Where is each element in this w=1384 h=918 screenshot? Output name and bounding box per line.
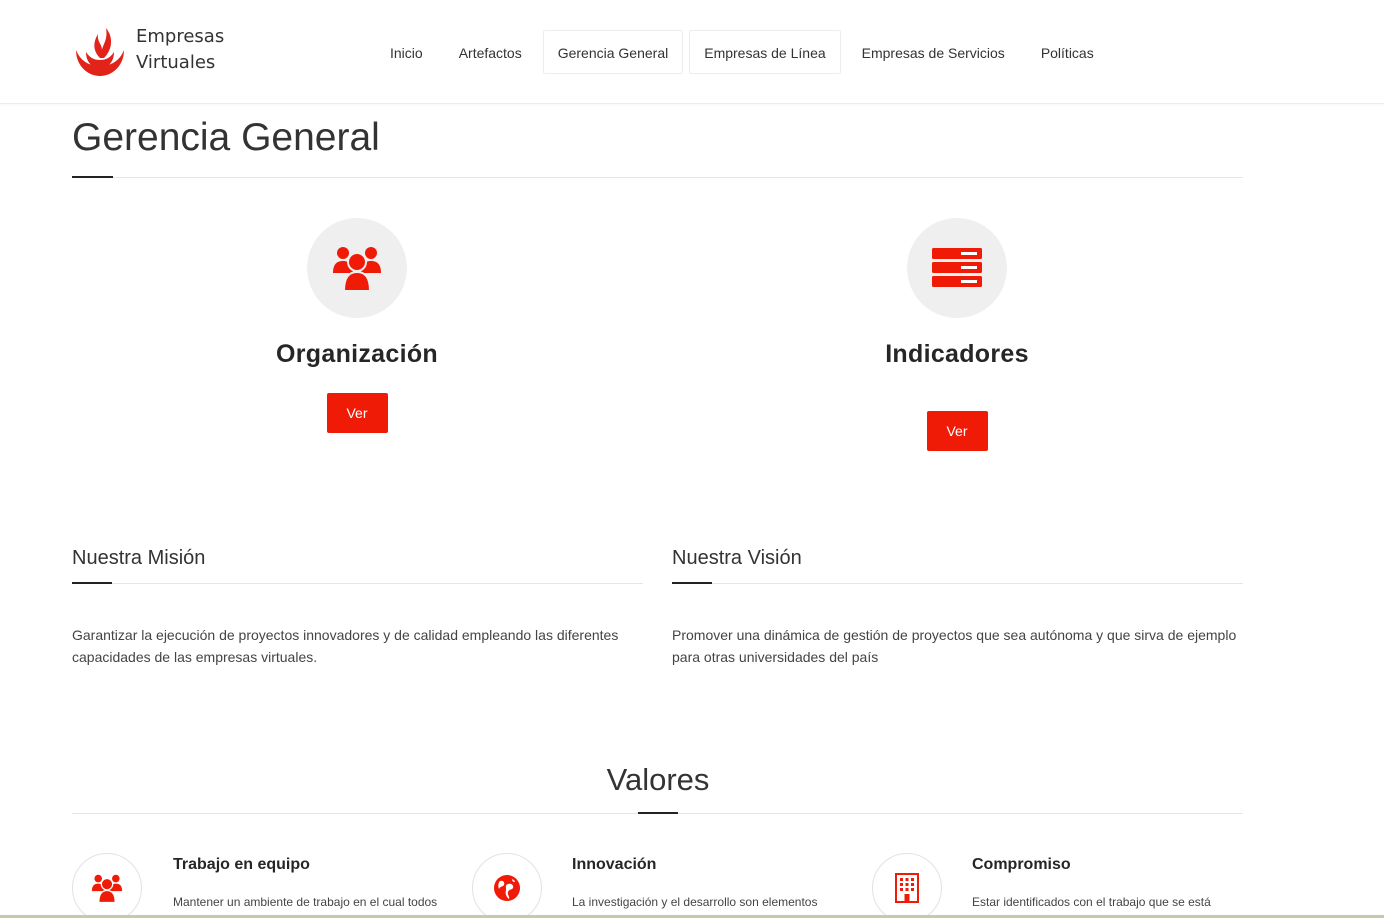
value-trabajo-text: Mantener un ambiente de trabajo en el cu…	[173, 895, 438, 909]
value-innovacion-title: Innovación	[572, 856, 657, 873]
feature-indicadores-title: Indicadores	[885, 340, 1029, 368]
value-compromiso-icon-circle	[872, 853, 942, 918]
feature-indicadores-icon-circle	[907, 218, 1007, 318]
nav-item-gerencia-general[interactable]: Gerencia General	[542, 30, 684, 74]
site-header: Empresas Virtuales Inicio Artefactos Ger…	[0, 0, 1384, 104]
mission-text: Garantizar la ejecución de proyectos inn…	[72, 627, 619, 665]
vision-text: Promover una dinámica de gestión de proy…	[672, 627, 1237, 665]
feature-organizacion-icon-circle	[307, 218, 407, 318]
vision-accent-bar	[672, 582, 712, 584]
main-nav: Inicio Artefactos Gerencia General Empre…	[375, 30, 1115, 74]
value-compromiso-title: Compromiso	[972, 856, 1071, 873]
building-icon	[895, 873, 919, 903]
mission-accent-bar	[72, 582, 112, 584]
values-section-title: Valores	[606, 762, 710, 797]
brand-line-2: Virtuales	[136, 52, 216, 73]
nav-item-artefactos[interactable]: Artefactos	[444, 30, 537, 74]
brand-name: Empresas Virtuales	[136, 24, 224, 76]
nav-item-empresas-de-linea[interactable]: Empresas de Línea	[689, 30, 841, 74]
globe-icon	[494, 875, 520, 901]
organizacion-ver-button[interactable]: Ver	[326, 393, 388, 433]
nav-item-politicas[interactable]: Políticas	[1026, 30, 1109, 74]
value-compromiso-text: Estar identificados con el trabajo que s…	[972, 895, 1211, 909]
page-title: Gerencia General	[72, 116, 380, 159]
vision-title: Nuestra Visión	[672, 547, 802, 569]
feature-organizacion: Organización Ver	[207, 218, 507, 433]
value-innovacion-icon-circle	[472, 853, 542, 918]
nav-item-empresas-de-servicios[interactable]: Empresas de Servicios	[847, 30, 1020, 74]
server-icon	[932, 248, 982, 287]
values-accent-bar	[638, 812, 678, 814]
indicadores-ver-button[interactable]: Ver	[926, 411, 988, 451]
value-trabajo-title: Trabajo en equipo	[173, 856, 310, 873]
logo-flame-icon	[76, 28, 124, 76]
brand-logo[interactable]: Empresas Virtuales	[72, 22, 224, 78]
mission-divider	[72, 583, 643, 584]
title-divider	[72, 177, 1243, 178]
vision-divider	[672, 583, 1243, 584]
users-icon	[333, 247, 381, 292]
mission-title: Nuestra Misión	[72, 547, 206, 569]
value-innovacion-text: La investigación y el desarrollo son ele…	[572, 895, 818, 909]
feature-indicadores: Indicadores Ver	[807, 218, 1107, 451]
title-accent-bar	[72, 176, 113, 178]
brand-line-1: Empresas	[136, 26, 225, 47]
feature-organizacion-title: Organización	[276, 340, 438, 368]
nav-item-inicio[interactable]: Inicio	[375, 30, 438, 74]
value-trabajo-icon-circle	[72, 853, 142, 918]
users-icon	[91, 874, 123, 904]
